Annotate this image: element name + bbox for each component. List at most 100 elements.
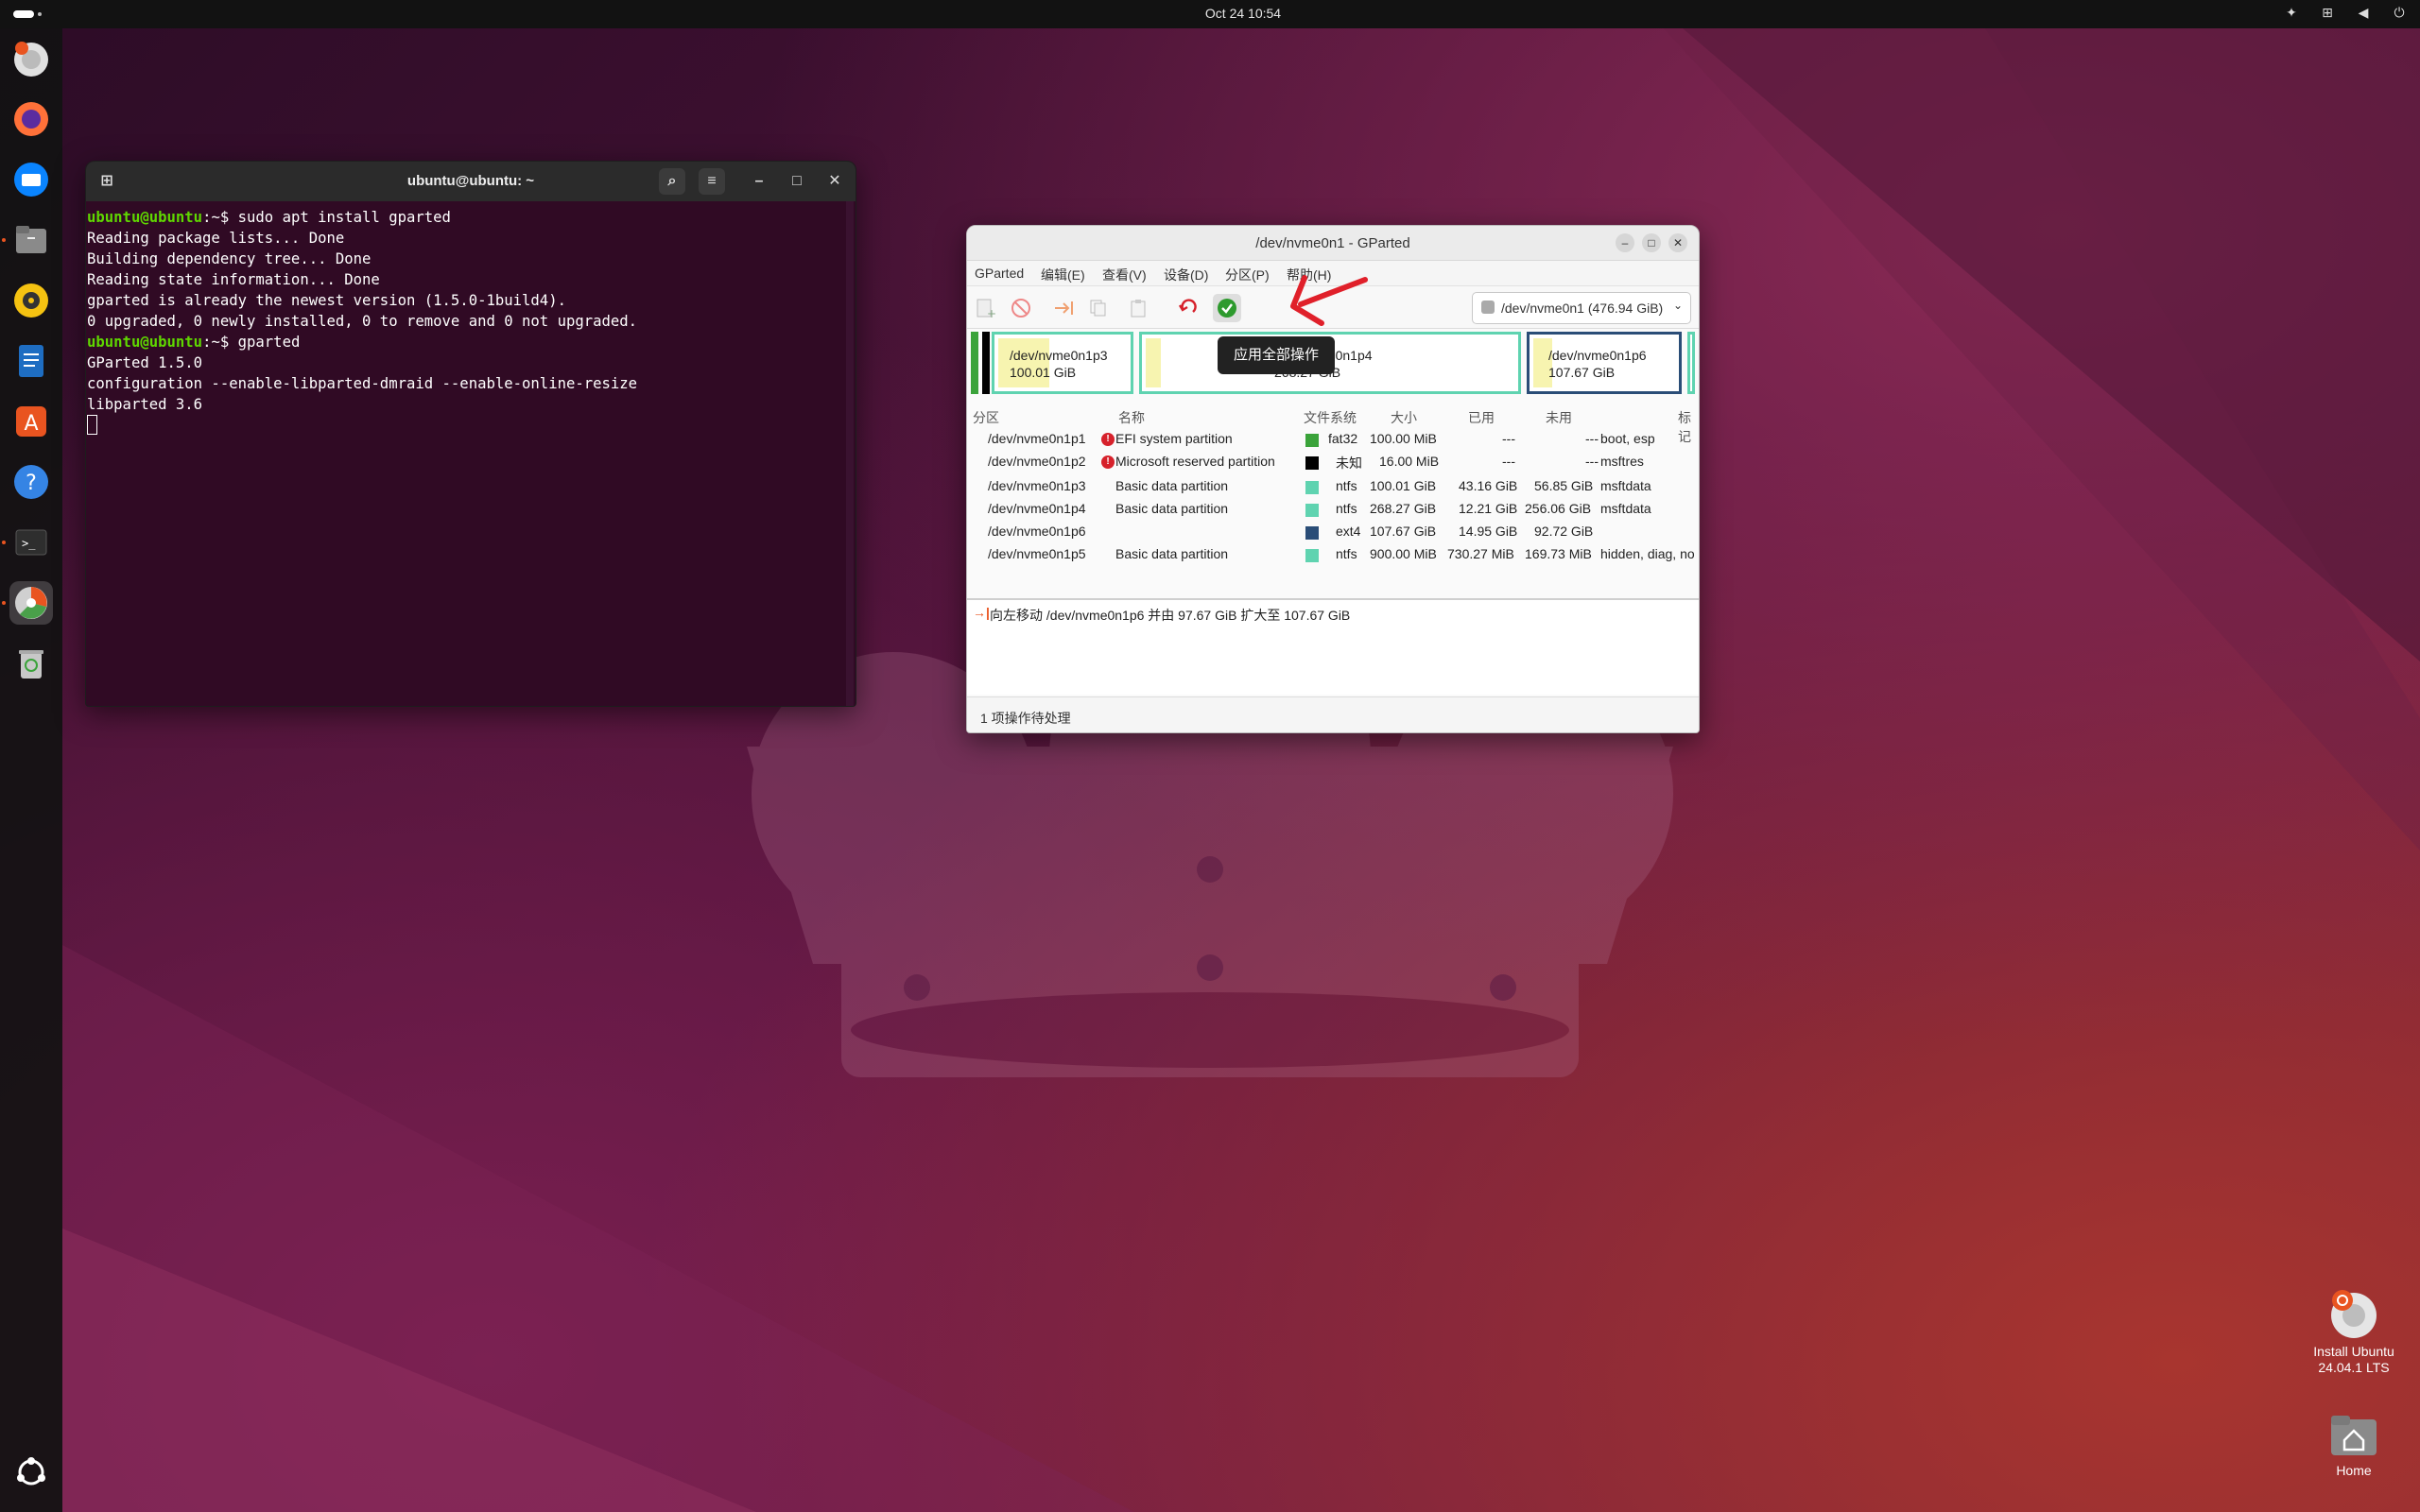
- maximize-button[interactable]: □: [784, 168, 810, 195]
- thunderbird-icon[interactable]: [9, 158, 53, 201]
- partition-block-p6[interactable]: /dev/nvme0n1p6 107.67 GiB: [1527, 332, 1682, 394]
- close-button[interactable]: ✕: [1668, 233, 1687, 252]
- writer-icon[interactable]: [9, 339, 53, 383]
- menu-device[interactable]: 设备(D): [1164, 266, 1208, 284]
- device-selector[interactable]: /dev/nvme0n1 (476.94 GiB) ⌄: [1472, 292, 1691, 324]
- cell-name: Microsoft reserved partition: [1115, 454, 1275, 469]
- menu-edit[interactable]: 编辑(E): [1041, 266, 1085, 284]
- system-tray[interactable]: ✦ ⊞ ◀ ⏻: [2284, 5, 2407, 21]
- table-row[interactable]: /dev/nvme0n1p5 Basic data partition ntfs 90…: [967, 543, 1699, 566]
- terminal-scrollbar[interactable]: [846, 201, 854, 706]
- table-row[interactable]: /dev/nvme0n1p4 Basic data partition ntfs 26…: [967, 498, 1699, 521]
- filesystem-color-swatch: [1305, 434, 1319, 447]
- firefox-icon[interactable]: [9, 97, 53, 141]
- volume-icon[interactable]: ◀: [2356, 5, 2371, 21]
- cell-filesystem: ntfs: [1336, 478, 1357, 493]
- menu-view[interactable]: 查看(V): [1102, 266, 1147, 284]
- app-center-icon[interactable]: A: [9, 400, 53, 443]
- undo-icon[interactable]: [1173, 294, 1201, 322]
- minimize-button[interactable]: –: [1616, 233, 1634, 252]
- pending-operation[interactable]: 向左移动 /dev/nvme0n1p6 并由 97.67 GiB 扩大至 107…: [990, 606, 1350, 625]
- cell-partition: /dev/nvme0n1p3: [988, 478, 1086, 493]
- paste-icon[interactable]: [1124, 294, 1152, 322]
- cell-size: 107.67 GiB: [1370, 524, 1437, 539]
- terminal-line: ubuntu@ubuntu:~$ sudo apt install gparte…: [87, 209, 451, 226]
- red-arrow-annotation: [1290, 275, 1368, 326]
- column-header[interactable]: 名称: [1118, 408, 1145, 427]
- cell-used: 43.16 GiB: [1459, 478, 1518, 493]
- apply-all-button[interactable]: [1213, 294, 1241, 322]
- rhythmbox-icon[interactable]: [9, 279, 53, 322]
- terminal-output[interactable]: ubuntu@ubuntu:~$ sudo apt install gparte…: [86, 201, 856, 437]
- partition-block-p2[interactable]: [982, 332, 990, 394]
- gparted-icon[interactable]: [9, 581, 53, 625]
- minimize-button[interactable]: –: [746, 168, 772, 195]
- terminal-line: ubuntu@ubuntu:~$ gparted: [87, 334, 301, 351]
- new-partition-icon[interactable]: +: [971, 294, 999, 322]
- text-cursor: [87, 415, 97, 435]
- apply-tooltip: 应用全部操作: [1218, 336, 1335, 374]
- copy-icon[interactable]: [1084, 294, 1113, 322]
- cell-size: 100.00 MiB: [1370, 431, 1437, 446]
- network-icon[interactable]: ⊞: [2320, 5, 2335, 21]
- cell-partition: /dev/nvme0n1p4: [988, 501, 1086, 516]
- terminal-line: Building dependency tree... Done: [87, 250, 372, 267]
- resize-move-icon[interactable]: [1050, 294, 1079, 322]
- show-apps-icon[interactable]: [9, 1451, 53, 1494]
- gparted-titlebar[interactable]: /dev/nvme0n1 - GParted – □ ✕: [967, 226, 1699, 261]
- cell-flags: boot, esp: [1600, 431, 1655, 446]
- home-folder-shortcut[interactable]: Home: [2307, 1410, 2401, 1479]
- terminal-window[interactable]: ⊞ ubuntu@ubuntu: ~ ⌕ ≡ – □ ✕ ubuntu@ubun…: [85, 161, 856, 707]
- menu-gparted[interactable]: GParted: [975, 266, 1024, 281]
- clock[interactable]: Oct 24 10:54: [1163, 6, 1323, 21]
- delete-partition-icon[interactable]: [1007, 294, 1035, 322]
- power-icon[interactable]: ⏻: [2392, 5, 2407, 21]
- table-row[interactable]: /dev/nvme0n1p1! EFI system partition fat32…: [967, 428, 1699, 451]
- warning-icon: !: [1101, 455, 1115, 469]
- cell-filesystem: 未知: [1336, 455, 1362, 471]
- column-header[interactable]: 文件系统: [1304, 408, 1357, 427]
- partition-block-p1[interactable]: [971, 332, 978, 394]
- svg-text:>_: >_: [22, 537, 36, 550]
- terminal-titlebar[interactable]: ⊞ ubuntu@ubuntu: ~ ⌕ ≡ – □ ✕: [86, 162, 856, 201]
- table-row[interactable]: /dev/nvme0n1p3 Basic data partition ntfs 10…: [967, 475, 1699, 498]
- installer-icon[interactable]: [9, 38, 53, 81]
- warning-icon: !: [1101, 433, 1115, 446]
- terminal-line: GParted 1.5.0: [87, 354, 203, 371]
- cell-size: 100.01 GiB: [1370, 478, 1437, 493]
- help-icon[interactable]: ?: [9, 460, 53, 504]
- maximize-button[interactable]: □: [1642, 233, 1661, 252]
- partition-block-p5[interactable]: [1687, 332, 1695, 394]
- column-header[interactable]: 分区: [973, 408, 999, 427]
- cell-used: ---: [1502, 431, 1515, 446]
- cell-used: 14.95 GiB: [1459, 524, 1518, 539]
- close-button[interactable]: ✕: [821, 168, 848, 195]
- terminal-icon[interactable]: >_: [9, 521, 53, 564]
- install-ubuntu-shortcut[interactable]: Install Ubuntu 24.04.1 LTS: [2307, 1287, 2401, 1376]
- cell-unused: 169.73 MiB: [1525, 546, 1592, 561]
- menu-icon[interactable]: ≡: [699, 168, 725, 195]
- cell-used: ---: [1502, 454, 1515, 469]
- files-icon[interactable]: [9, 218, 53, 262]
- activities-indicator[interactable]: [13, 10, 42, 18]
- cell-unused: 56.85 GiB: [1534, 478, 1594, 493]
- used-space-fill: [1146, 338, 1161, 387]
- column-header[interactable]: 已用: [1468, 408, 1495, 427]
- accessibility-icon[interactable]: ✦: [2284, 5, 2299, 21]
- partition-block-p3[interactable]: /dev/nvme0n1p3 100.01 GiB: [992, 332, 1133, 394]
- terminal-line: configuration --enable-libparted-dmraid …: [87, 375, 638, 392]
- column-header[interactable]: 大小: [1391, 408, 1417, 427]
- partition-label: /dev/nvme0n1p6 107.67 GiB: [1548, 348, 1647, 380]
- terminal-line: libparted 3.6: [87, 396, 203, 413]
- table-row[interactable]: /dev/nvme0n1p6 ext4 107.67 GiB 14.95 GiB 92.…: [967, 521, 1699, 543]
- column-header[interactable]: 未用: [1546, 408, 1572, 427]
- device-selector-label: /dev/nvme0n1 (476.94 GiB): [1501, 301, 1664, 316]
- trash-icon[interactable]: [9, 642, 53, 685]
- table-header: 分区 名称 文件系统 大小 已用 未用 标记: [967, 405, 1699, 444]
- cell-unused: ---: [1585, 454, 1599, 469]
- partition-table: 分区 名称 文件系统 大小 已用 未用 标记 /dev/nvme0n1p1! EF…: [967, 405, 1699, 566]
- menu-partition[interactable]: 分区(P): [1225, 266, 1270, 284]
- cell-partition: /dev/nvme0n1p1: [988, 431, 1086, 446]
- search-icon[interactable]: ⌕: [659, 168, 685, 195]
- table-row[interactable]: /dev/nvme0n1p2! Microsoft reserved partit…: [967, 451, 1699, 475]
